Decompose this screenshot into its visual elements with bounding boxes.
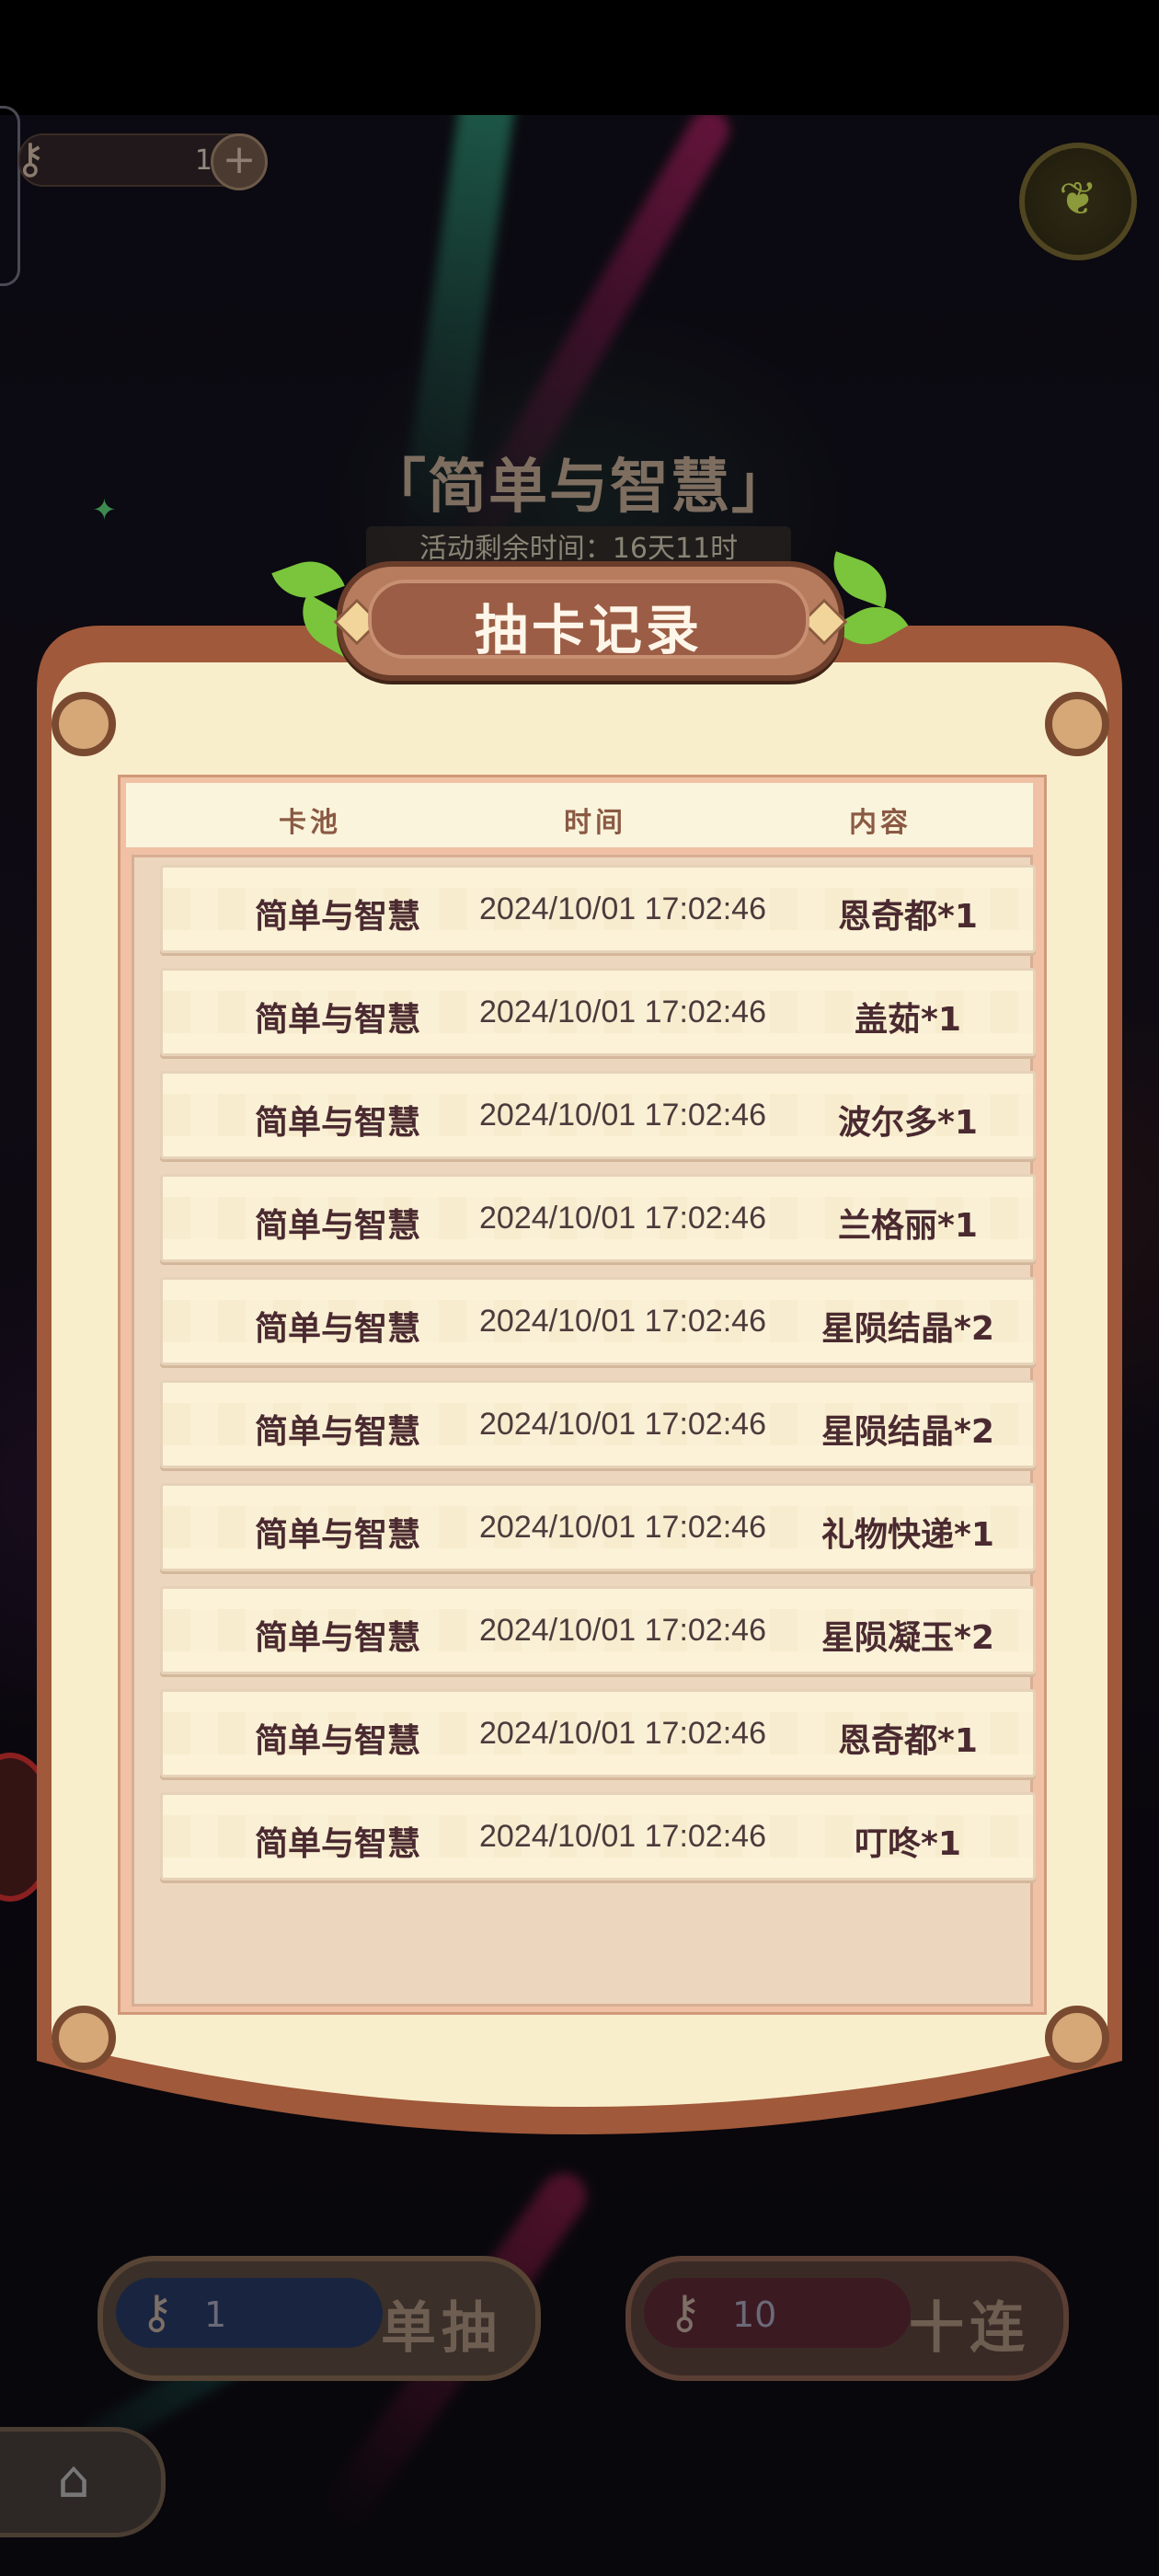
- key-icon: ⚷: [668, 2285, 702, 2339]
- table-row: 简单与智慧 2024/10/01 17:02:46 叮咚*1: [160, 1792, 1036, 1880]
- cell-content: 恩奇都*1: [838, 1722, 978, 1760]
- key-counter: ⚷ 1 +: [15, 133, 268, 190]
- table-row: 简单与智慧 2024/10/01 17:02:46 兰格丽*1: [160, 1174, 1036, 1262]
- header-pool: 卡池: [279, 807, 341, 839]
- ten-draw-button[interactable]: ⚷ 10 十连: [625, 2256, 1069, 2381]
- cell-content: 礼物快递*1: [821, 1516, 994, 1554]
- add-keys-button[interactable]: +: [211, 133, 268, 190]
- modal-title-banner: 抽卡记录: [333, 561, 848, 681]
- sparkle-icon: ✦: [92, 492, 117, 527]
- table-header: 卡池 时间 内容: [126, 783, 1033, 847]
- cell-pool: 简单与智慧: [254, 1516, 420, 1554]
- cell-time: 2024/10/01 17:02:46: [479, 1304, 766, 1339]
- seed-icon[interactable]: ❦: [1019, 143, 1137, 260]
- modal-title: 抽卡记录: [474, 599, 703, 661]
- banner-plate: 抽卡记录: [368, 580, 809, 661]
- draw-cost: 10: [732, 2294, 777, 2335]
- cell-content: 叮咚*1: [855, 1825, 961, 1863]
- cell-pool: 简单与智慧: [254, 1104, 420, 1142]
- cell-content: 星陨凝玉*2: [821, 1619, 994, 1657]
- cell-content: 星陨结晶*2: [821, 1413, 994, 1451]
- corner-ornament: [52, 2006, 116, 2070]
- table-row: 简单与智慧 2024/10/01 17:02:46 恩奇都*1: [160, 865, 1036, 953]
- cell-pool: 简单与智慧: [254, 898, 420, 936]
- key-icon: ⚷: [15, 133, 46, 183]
- event-title: 「简单与智慧」: [367, 454, 792, 522]
- cell-time: 2024/10/01 17:02:46: [479, 1407, 766, 1442]
- cell-time: 2024/10/01 17:02:46: [479, 1716, 766, 1751]
- key-icon: ⚷: [140, 2285, 174, 2339]
- cell-time: 2024/10/01 17:02:46: [479, 1098, 766, 1133]
- header-time: 时间: [564, 807, 626, 839]
- cell-pool: 简单与智慧: [254, 1207, 420, 1245]
- table-row: 简单与智慧 2024/10/01 17:02:46 星陨凝玉*2: [160, 1586, 1036, 1674]
- table-row: 简单与智慧 2024/10/01 17:02:46 波尔多*1: [160, 1071, 1036, 1159]
- status-bar: [0, 0, 1159, 115]
- draw-label: 单抽: [381, 2296, 502, 2361]
- home-icon: ⌂: [57, 2450, 90, 2510]
- table-row: 简单与智慧 2024/10/01 17:02:46 星陨结晶*2: [160, 1277, 1036, 1365]
- cell-pool: 简单与智慧: [254, 1310, 420, 1348]
- cell-time: 2024/10/01 17:02:46: [479, 995, 766, 1029]
- draw-label: 十连: [909, 2296, 1030, 2361]
- table-row: 简单与智慧 2024/10/01 17:02:46 恩奇都*1: [160, 1689, 1036, 1777]
- draw-cost: 1: [204, 2294, 227, 2335]
- corner-ornament: [52, 692, 116, 756]
- corner-ornament: [1045, 692, 1109, 756]
- table-row: 简单与智慧 2024/10/01 17:02:46 盖茹*1: [160, 968, 1036, 1056]
- table-body[interactable]: 简单与智慧 2024/10/01 17:02:46 恩奇都*1 简单与智慧 20…: [132, 855, 1036, 2007]
- cell-content: 星陨结晶*2: [821, 1310, 994, 1348]
- cell-content: 盖茹*1: [855, 1001, 961, 1039]
- cell-pool: 简单与智慧: [254, 1722, 420, 1760]
- home-button[interactable]: ⌂: [0, 2427, 166, 2537]
- history-table: 卡池 时间 内容 简单与智慧 2024/10/01 17:02:46 恩奇都*1…: [118, 775, 1047, 2015]
- cell-time: 2024/10/01 17:02:46: [479, 1819, 766, 1854]
- cell-pool: 简单与智慧: [254, 1413, 420, 1451]
- corner-ornament: [1045, 2006, 1109, 2070]
- cell-pool: 简单与智慧: [254, 1825, 420, 1863]
- cell-time: 2024/10/01 17:02:46: [479, 891, 766, 926]
- cell-time: 2024/10/01 17:02:46: [479, 1201, 766, 1236]
- single-draw-button[interactable]: ⚷ 1 单抽: [98, 2256, 541, 2381]
- cell-pool: 简单与智慧: [254, 1001, 420, 1039]
- cell-time: 2024/10/01 17:02:46: [479, 1613, 766, 1648]
- header-content: 内容: [849, 807, 912, 839]
- table-row: 简单与智慧 2024/10/01 17:02:46 星陨结晶*2: [160, 1380, 1036, 1468]
- cell-content: 恩奇都*1: [838, 898, 978, 936]
- cell-pool: 简单与智慧: [254, 1619, 420, 1657]
- cell-content: 波尔多*1: [838, 1104, 978, 1142]
- cell-content: 兰格丽*1: [838, 1207, 978, 1245]
- cell-time: 2024/10/01 17:02:46: [479, 1510, 766, 1545]
- table-row: 简单与智慧 2024/10/01 17:02:46 礼物快递*1: [160, 1483, 1036, 1571]
